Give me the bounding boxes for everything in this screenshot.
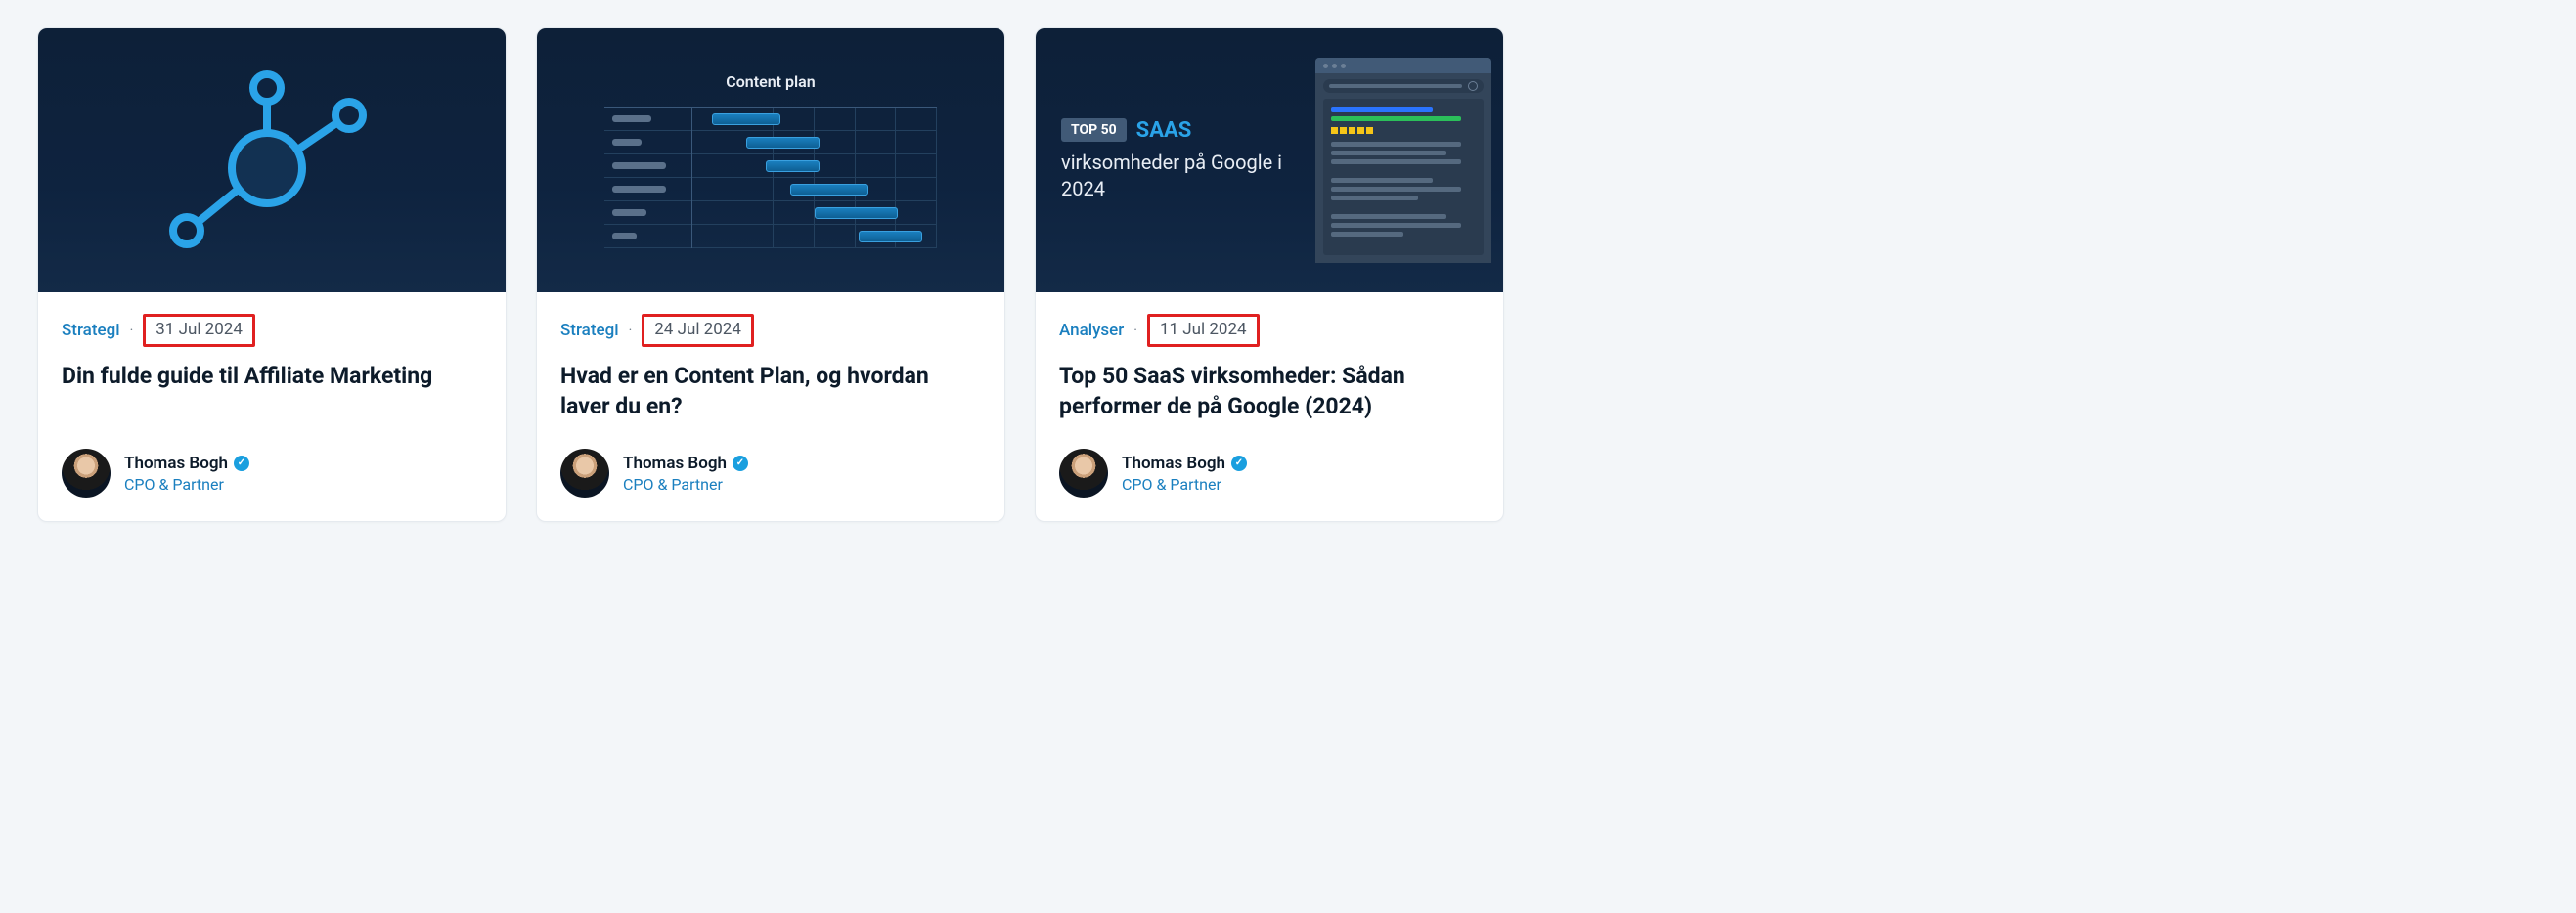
card-body: Analyser · 11 Jul 2024 Top 50 SaaS virks… <box>1036 292 1503 521</box>
author-row: Thomas Bogh CPO & Partner <box>1059 449 1480 498</box>
verified-badge-icon <box>733 456 748 471</box>
separator-dot: · <box>1132 323 1139 338</box>
category-link[interactable]: Analyser <box>1059 321 1124 340</box>
verified-badge-icon <box>234 456 249 471</box>
card-thumbnail: TOP 50 SAAS virksomheder på Google i 202… <box>1036 28 1503 292</box>
card-thumbnail: Content plan <box>537 28 1004 292</box>
publish-date: 31 Jul 2024 <box>143 314 255 347</box>
author-avatar[interactable] <box>560 449 609 498</box>
author-row: Thomas Bogh CPO & Partner <box>62 449 482 498</box>
publish-date: 24 Jul 2024 <box>642 314 754 347</box>
category-link[interactable]: Strategi <box>62 321 120 340</box>
top50-badge: TOP 50 <box>1061 118 1127 142</box>
author-role: CPO & Partner <box>623 475 748 494</box>
thumb-heading: Content plan <box>726 72 815 91</box>
author-role: CPO & Partner <box>124 475 249 494</box>
author-role: CPO & Partner <box>1122 475 1247 494</box>
thumb-saas-word: SAAS <box>1136 118 1192 143</box>
verified-badge-icon <box>1231 456 1247 471</box>
article-card[interactable]: TOP 50 SAAS virksomheder på Google i 202… <box>1035 27 1504 522</box>
card-title[interactable]: Top 50 SaaS virksomheder: Sådan performe… <box>1059 361 1480 421</box>
browser-mock-icon <box>1315 58 1491 263</box>
card-meta: Strategi · 24 Jul 2024 <box>560 314 981 347</box>
card-title[interactable]: Hvad er en Content Plan, og hvordan lave… <box>560 361 981 421</box>
article-card[interactable]: Strategi · 31 Jul 2024 Din fulde guide t… <box>37 27 507 522</box>
card-body: Strategi · 31 Jul 2024 Din fulde guide t… <box>38 292 506 521</box>
card-body: Strategi · 24 Jul 2024 Hvad er en Conten… <box>537 292 1004 521</box>
separator-dot: · <box>128 323 136 338</box>
author-avatar[interactable] <box>62 449 111 498</box>
author-avatar[interactable] <box>1059 449 1108 498</box>
separator-dot: · <box>627 323 635 338</box>
hubspot-icon <box>159 61 384 260</box>
category-link[interactable]: Strategi <box>560 321 619 340</box>
card-meta: Strategi · 31 Jul 2024 <box>62 314 482 347</box>
cards-row: Strategi · 31 Jul 2024 Din fulde guide t… <box>37 27 2539 522</box>
card-title[interactable]: Din fulde guide til Affiliate Marketing <box>62 361 482 391</box>
gantt-chart-icon <box>604 107 937 248</box>
thumb-subtitle: virksomheder på Google i 2024 <box>1061 150 1315 202</box>
author-row: Thomas Bogh CPO & Partner <box>560 449 981 498</box>
card-thumbnail <box>38 28 506 292</box>
publish-date: 11 Jul 2024 <box>1147 314 1260 347</box>
author-name[interactable]: Thomas Bogh <box>124 454 228 473</box>
card-meta: Analyser · 11 Jul 2024 <box>1059 314 1480 347</box>
article-card[interactable]: Content plan <box>536 27 1005 522</box>
author-name[interactable]: Thomas Bogh <box>1122 454 1225 473</box>
author-name[interactable]: Thomas Bogh <box>623 454 727 473</box>
